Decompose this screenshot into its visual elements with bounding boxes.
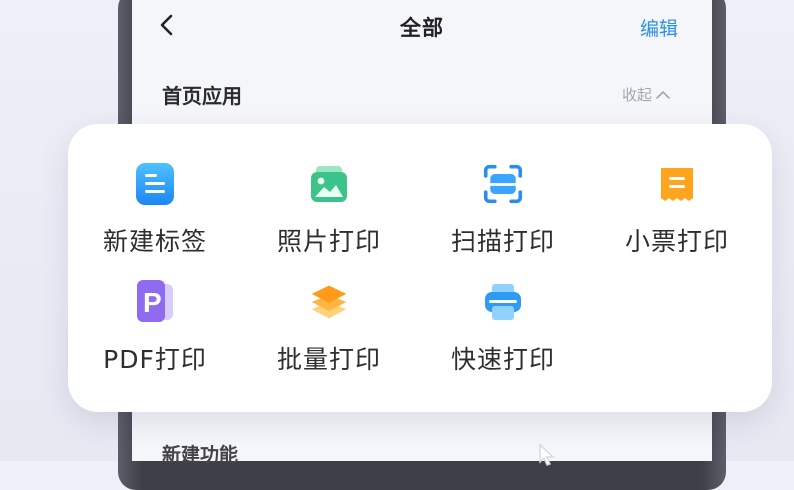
note-icon (135, 163, 175, 205)
edit-button[interactable]: 编辑 (640, 14, 678, 41)
collapse-label: 收起 (622, 86, 653, 104)
app-scan-print[interactable]: 扫描打印 (416, 124, 590, 256)
app-label: 小票打印 (624, 227, 729, 256)
app-label: 批量打印 (276, 345, 381, 374)
app-receipt-print[interactable]: 小票打印 (590, 124, 764, 256)
app-new-label[interactable]: 新建标签 (68, 124, 242, 256)
layers-icon (309, 282, 349, 322)
svg-text:P: P (143, 287, 162, 318)
printer-icon (483, 282, 523, 322)
app-batch-print[interactable]: 批量打印 (242, 242, 416, 374)
page-title: 全部 (400, 16, 444, 40)
receipt-icon (657, 164, 697, 204)
section-title: 首页应用 (162, 84, 242, 108)
app-label: 快速打印 (450, 345, 555, 374)
section-title-new-features: 新建功能 (162, 444, 239, 466)
app-photo-print[interactable]: 照片打印 (242, 124, 416, 256)
apps-grid: 新建标签 照片打印 扫描打印 小票打印 P PDF打印 批量打印 快速打印 (68, 124, 772, 412)
app-label: PDF打印 (103, 345, 207, 374)
apps-popup-card: 新建标签 照片打印 扫描打印 小票打印 P PDF打印 批量打印 快速打印 (68, 124, 772, 412)
collapse-button[interactable]: 收起 (622, 84, 670, 105)
pdf-icon: P (135, 280, 175, 322)
app-pdf-print[interactable]: P PDF打印 (68, 242, 242, 374)
pointer-cursor-icon (539, 444, 555, 466)
app-quick-print[interactable]: 快速打印 (416, 242, 590, 374)
top-bar: 全部 编辑 (132, 0, 712, 54)
photo-icon (309, 164, 349, 204)
chevron-up-icon (656, 90, 670, 99)
scan-icon (483, 164, 523, 204)
